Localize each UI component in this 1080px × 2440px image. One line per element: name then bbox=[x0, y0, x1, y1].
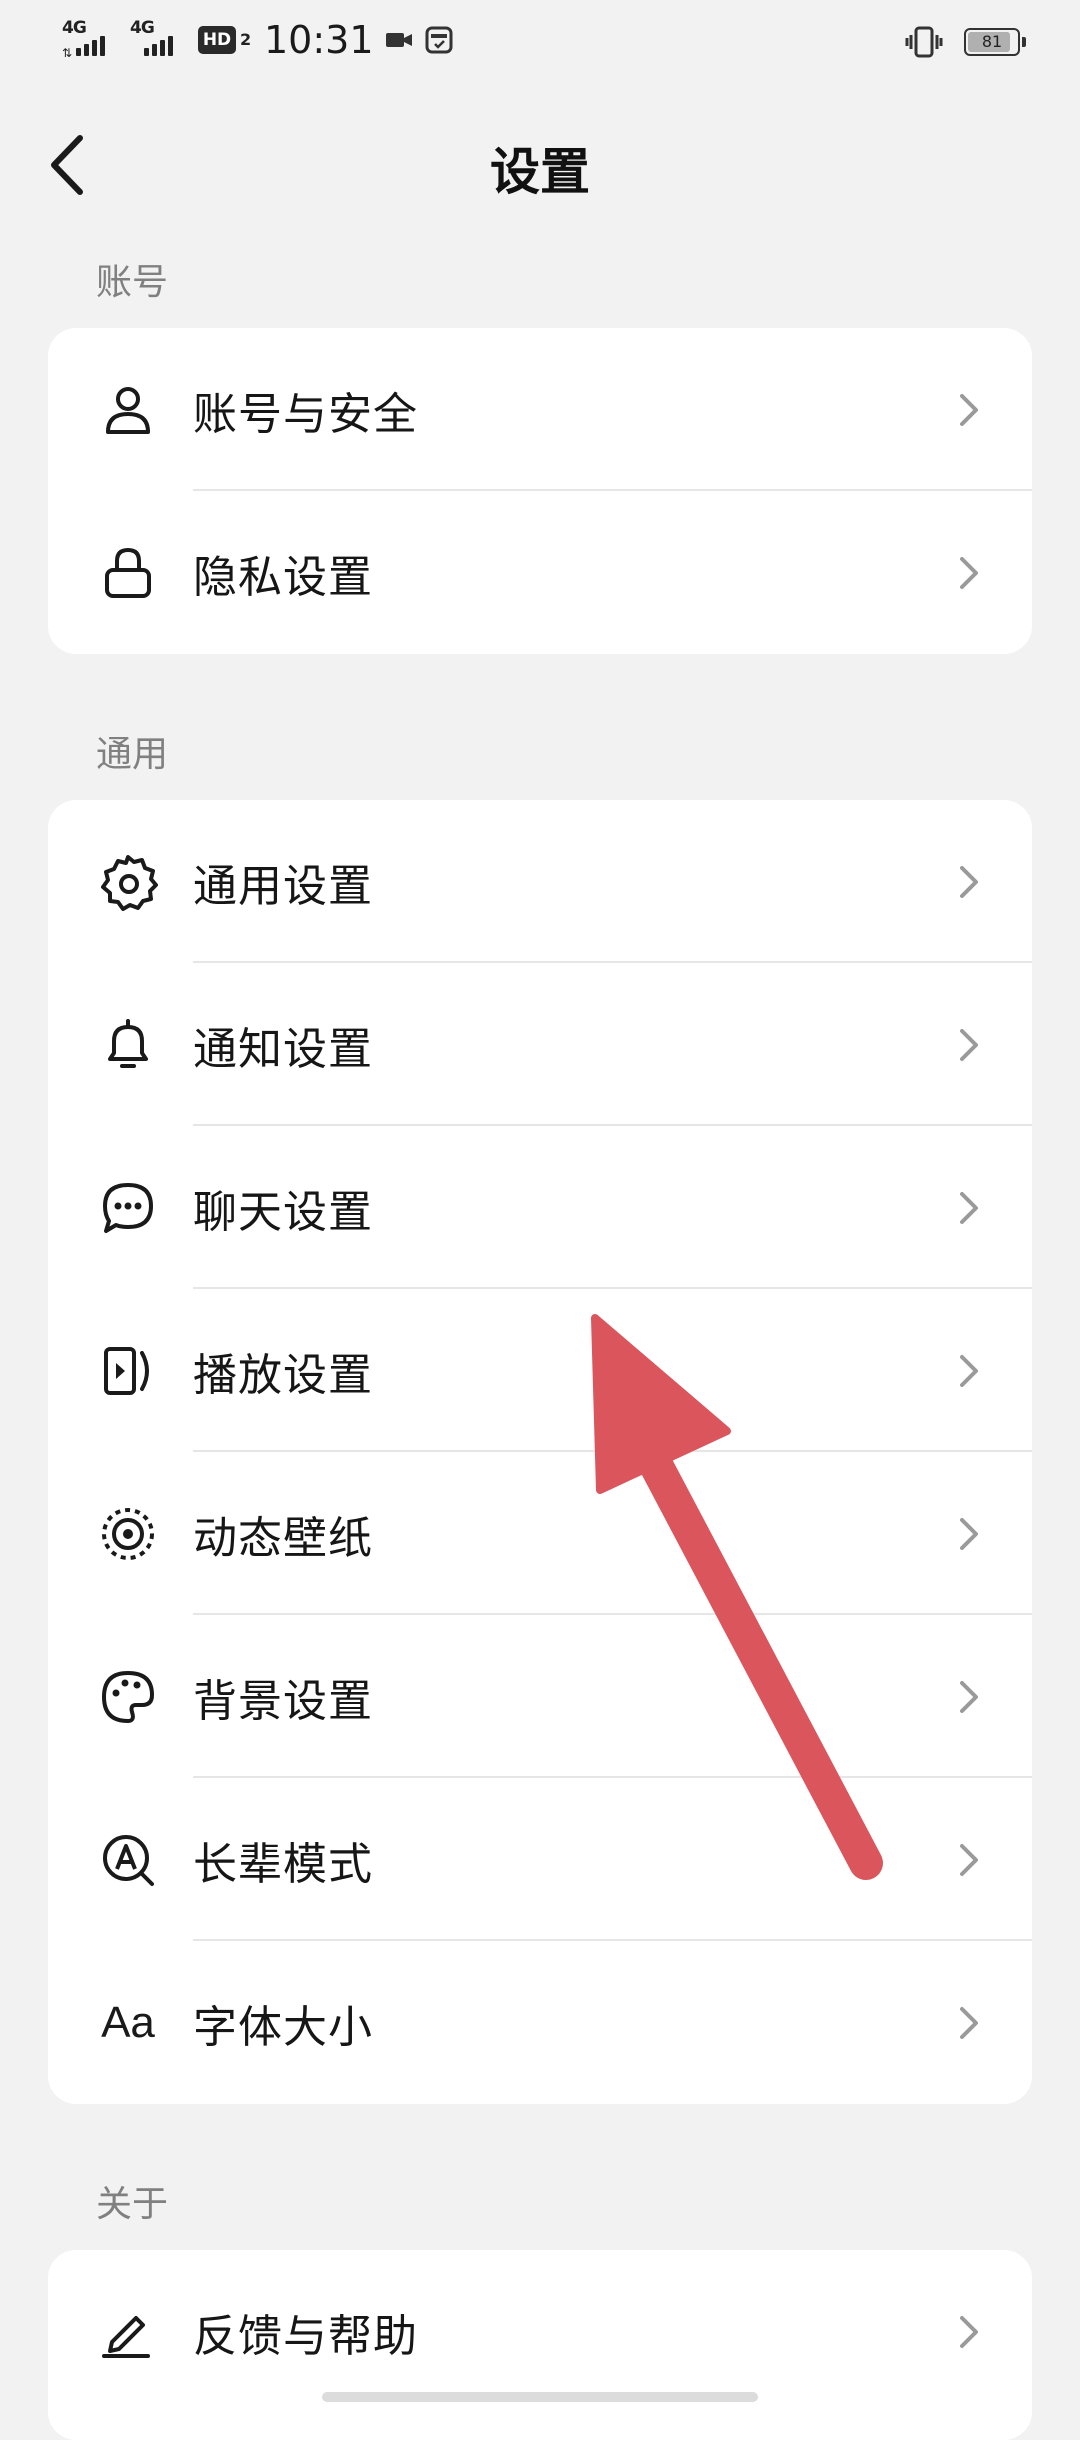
settings-row-label: 隐私设置 bbox=[193, 551, 373, 603]
settings-row-account-security[interactable]: 账号与安全 bbox=[48, 328, 1032, 491]
settings-row-label: 动态壁纸 bbox=[193, 1512, 373, 1564]
chevron-right-icon bbox=[960, 1028, 978, 1061]
general-card: 通用设置 通知设置 聊天设置 播放设置 动态壁纸 背景设置 长辈模式 Aa 字体… bbox=[48, 800, 1032, 2104]
chevron-right-icon bbox=[960, 1843, 978, 1876]
chevron-right-icon bbox=[960, 1191, 978, 1224]
settings-row-notification[interactable]: 通知设置 bbox=[48, 963, 1032, 1126]
font-size-icon-text: Aa bbox=[101, 1997, 155, 2047]
chevron-right-icon bbox=[960, 1517, 978, 1550]
battery-level: 81 bbox=[981, 32, 1003, 51]
live-wallpaper-icon bbox=[102, 1507, 154, 1560]
chevron-right-icon bbox=[960, 2315, 978, 2348]
settings-row-label: 聊天设置 bbox=[193, 1186, 373, 1238]
play-screen-icon bbox=[104, 1346, 149, 1395]
settings-row-feedback[interactable]: 反馈与帮助 bbox=[48, 2250, 1032, 2413]
settings-row-privacy[interactable]: 隐私设置 bbox=[48, 491, 1032, 654]
gear-icon bbox=[101, 854, 158, 911]
settings-row-label: 字体大小 bbox=[193, 2001, 373, 2053]
elder-mode-icon bbox=[103, 1834, 154, 1886]
settings-row-elder-mode[interactable]: 长辈模式 bbox=[48, 1778, 1032, 1941]
status-time: 10:31 bbox=[264, 18, 374, 62]
settings-row-label: 长辈模式 bbox=[193, 1838, 373, 1890]
chevron-right-icon bbox=[960, 393, 978, 426]
account-card: 账号与安全 隐私设置 bbox=[48, 328, 1032, 654]
settings-row-playback[interactable]: 播放设置 bbox=[48, 1289, 1032, 1452]
settings-row-label: 账号与安全 bbox=[193, 388, 418, 440]
settings-row-label: 通知设置 bbox=[193, 1023, 373, 1075]
settings-row-label: 通用设置 bbox=[193, 860, 373, 912]
hd-voice-sim-index: 2 bbox=[240, 30, 252, 49]
hd-voice-badge: HD bbox=[198, 26, 236, 54]
settings-row-label: 播放设置 bbox=[193, 1349, 373, 1401]
sim2-network-type: 4G bbox=[130, 18, 155, 38]
sim1-signal-icon: 4G ⇅ bbox=[62, 18, 120, 62]
palette-icon bbox=[102, 1670, 154, 1723]
section-label-about: 关于 bbox=[96, 2184, 169, 2225]
chevron-right-icon bbox=[960, 865, 978, 898]
status-bar-left: 4G ⇅ 4G HD 2 10:31 bbox=[62, 18, 454, 62]
chevron-right-icon bbox=[960, 1354, 978, 1387]
chevron-right-icon bbox=[960, 1680, 978, 1713]
section-label-general: 通用 bbox=[96, 734, 169, 775]
lock-icon bbox=[105, 547, 151, 598]
settings-row-label: 背景设置 bbox=[193, 1675, 373, 1727]
video-camera-icon bbox=[385, 33, 412, 47]
bell-icon bbox=[108, 1018, 148, 1068]
about-card: 反馈与帮助 bbox=[48, 2250, 1032, 2440]
chevron-right-icon bbox=[960, 2006, 978, 2039]
settings-row-background[interactable]: 背景设置 bbox=[48, 1615, 1032, 1778]
home-indicator[interactable] bbox=[322, 2392, 758, 2402]
chevron-right-icon bbox=[960, 556, 978, 589]
sim2-signal-icon: 4G bbox=[130, 18, 188, 62]
settings-row-chat[interactable]: 聊天设置 bbox=[48, 1126, 1032, 1289]
status-bar-right: 81 bbox=[904, 22, 1026, 62]
settings-row-live-wallpaper[interactable]: 动态壁纸 bbox=[48, 1452, 1032, 1615]
settings-row-font-size[interactable]: Aa 字体大小 bbox=[48, 1941, 1032, 2104]
settings-row-general[interactable]: 通用设置 bbox=[48, 800, 1032, 963]
section-label-account: 账号 bbox=[96, 262, 169, 303]
chat-bubble-icon bbox=[103, 1182, 153, 1233]
navigation-bar: 设置 bbox=[0, 100, 1080, 230]
font-size-icon: Aa bbox=[98, 1993, 158, 2053]
sim1-network-type: 4G bbox=[62, 18, 87, 38]
status-bar: 4G ⇅ 4G HD 2 10:31 81 bbox=[0, 0, 1080, 80]
settings-row-label: 反馈与帮助 bbox=[193, 2310, 418, 2362]
page-title: 设置 bbox=[490, 143, 590, 201]
vibrate-icon bbox=[905, 26, 943, 58]
pencil-icon bbox=[102, 2315, 150, 2358]
user-icon bbox=[106, 386, 150, 434]
card-notification-icon bbox=[425, 26, 453, 54]
battery-icon: 81 bbox=[964, 28, 1026, 56]
